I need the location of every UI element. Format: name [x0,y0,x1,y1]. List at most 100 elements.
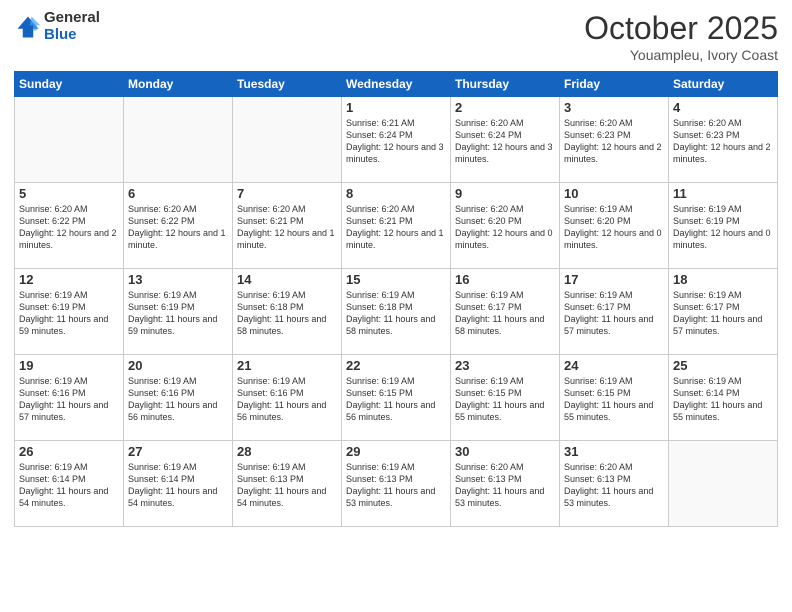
day-info: Sunrise: 6:20 AMSunset: 6:23 PMDaylight:… [564,117,664,166]
logo-blue-text: Blue [44,27,100,44]
day-info: Sunrise: 6:20 AMSunset: 6:22 PMDaylight:… [128,203,228,252]
table-row: 25 Sunrise: 6:19 AMSunset: 6:14 PMDayligh… [669,355,778,441]
title-block: October 2025 Youampleu, Ivory Coast [584,10,778,63]
calendar-week-row: 12Sunrise: 6:19 AMSunset: 6:19 PMDayligh… [15,269,778,355]
table-row: 27 Sunrise: 6:19 AMSunset: 6:14 PMDayligh… [124,441,233,527]
day-info: Sunrise: 6:19 AMSunset: 6:16 PMDaylight:… [128,375,228,424]
calendar-header: Sunday Monday Tuesday Wednesday Thursday… [15,72,778,97]
day-number: 29 [346,444,446,459]
day-number: 28 [237,444,337,459]
day-info: Sunrise: 6:20 AMSunset: 6:23 PMDaylight:… [673,117,773,166]
day-info: Sunrise: 6:19 AMSunset: 6:19 PMDaylight:… [19,289,119,338]
table-row: 2Sunrise: 6:20 AMSunset: 6:24 PMDaylight… [451,97,560,183]
table-row: 9 Sunrise: 6:20 AMSunset: 6:20 PMDaylight… [451,183,560,269]
header-row: Sunday Monday Tuesday Wednesday Thursday… [15,72,778,97]
day-number: 5 [19,186,119,201]
header: General Blue October 2025 Youampleu, Ivo… [14,10,778,63]
day-info: Sunrise: 6:19 AMSunset: 6:15 PMDaylight:… [564,375,664,424]
table-row: 26 Sunrise: 6:19 AMSunset: 6:14 PMDayligh… [15,441,124,527]
day-number: 30 [455,444,555,459]
col-sunday: Sunday [15,72,124,97]
day-number: 20 [128,358,228,373]
table-row: 28Sunrise: 6:19 AMSunset: 6:13 PMDayligh… [233,441,342,527]
day-info: Sunrise: 6:19 AMSunset: 6:19 PMDaylight:… [128,289,228,338]
day-number: 27 [128,444,228,459]
day-number: 9 [455,186,555,201]
day-info: Sunrise: 6:20 AMSunset: 6:22 PMDaylight:… [19,203,119,252]
day-number: 3 [564,100,664,115]
table-row: 21Sunrise: 6:19 AMSunset: 6:16 PMDayligh… [233,355,342,441]
col-thursday: Thursday [451,72,560,97]
table-row: 6Sunrise: 6:20 AMSunset: 6:22 PMDaylight… [124,183,233,269]
day-info: Sunrise: 6:19 AMSunset: 6:14 PMDaylight:… [128,461,228,510]
col-wednesday: Wednesday [342,72,451,97]
day-number: 16 [455,272,555,287]
table-row: 31 Sunrise: 6:20 AMSunset: 6:13 PMDayligh… [560,441,669,527]
day-number: 22 [346,358,446,373]
day-info: Sunrise: 6:19 AMSunset: 6:14 PMDaylight:… [673,375,773,424]
day-info: Sunrise: 6:21 AMSunset: 6:24 PMDaylight:… [346,117,446,166]
calendar-week-row: 19 Sunrise: 6:19 AMSunset: 6:16 PMDayligh… [15,355,778,441]
table-row: 16 Sunrise: 6:19 AMSunset: 6:17 PMDayligh… [451,269,560,355]
day-number: 25 [673,358,773,373]
table-row: 4 Sunrise: 6:20 AMSunset: 6:23 PMDaylight… [669,97,778,183]
day-number: 2 [455,100,555,115]
day-number: 17 [564,272,664,287]
day-number: 24 [564,358,664,373]
table-row: 5 Sunrise: 6:20 AMSunset: 6:22 PMDaylight… [15,183,124,269]
day-info: Sunrise: 6:19 AMSunset: 6:14 PMDaylight:… [19,461,119,510]
day-number: 26 [19,444,119,459]
day-info: Sunrise: 6:19 AMSunset: 6:17 PMDaylight:… [673,289,773,338]
day-number: 11 [673,186,773,201]
table-row: 19 Sunrise: 6:19 AMSunset: 6:16 PMDayligh… [15,355,124,441]
logo: General Blue [14,10,100,43]
day-number: 1 [346,100,446,115]
table-row [233,97,342,183]
logo-text: General Blue [44,10,100,43]
table-row: 30 Sunrise: 6:20 AMSunset: 6:13 PMDayligh… [451,441,560,527]
col-saturday: Saturday [669,72,778,97]
col-friday: Friday [560,72,669,97]
day-number: 4 [673,100,773,115]
day-info: Sunrise: 6:19 AMSunset: 6:20 PMDaylight:… [564,203,664,252]
table-row: 17 Sunrise: 6:19 AMSunset: 6:17 PMDayligh… [560,269,669,355]
table-row: 7 Sunrise: 6:20 AMSunset: 6:21 PMDaylight… [233,183,342,269]
table-row: 18Sunrise: 6:19 AMSunset: 6:17 PMDayligh… [669,269,778,355]
day-info: Sunrise: 6:19 AMSunset: 6:19 PMDaylight:… [673,203,773,252]
day-number: 14 [237,272,337,287]
title-location: Youampleu, Ivory Coast [584,47,778,63]
day-info: Sunrise: 6:20 AMSunset: 6:13 PMDaylight:… [564,461,664,510]
logo-general-text: General [44,10,100,27]
table-row: 3 Sunrise: 6:20 AMSunset: 6:23 PMDaylight… [560,97,669,183]
day-info: Sunrise: 6:19 AMSunset: 6:18 PMDaylight:… [346,289,446,338]
day-info: Sunrise: 6:19 AMSunset: 6:16 PMDaylight:… [19,375,119,424]
day-number: 31 [564,444,664,459]
day-info: Sunrise: 6:19 AMSunset: 6:17 PMDaylight:… [564,289,664,338]
table-row: 10Sunrise: 6:19 AMSunset: 6:20 PMDayligh… [560,183,669,269]
table-row: 24 Sunrise: 6:19 AMSunset: 6:15 PMDayligh… [560,355,669,441]
day-number: 8 [346,186,446,201]
day-info: Sunrise: 6:19 AMSunset: 6:15 PMDaylight:… [455,375,555,424]
col-monday: Monday [124,72,233,97]
day-info: Sunrise: 6:19 AMSunset: 6:18 PMDaylight:… [237,289,337,338]
table-row: 22Sunrise: 6:19 AMSunset: 6:15 PMDayligh… [342,355,451,441]
calendar-week-row: 1 Sunrise: 6:21 AMSunset: 6:24 PMDaylight… [15,97,778,183]
day-number: 7 [237,186,337,201]
table-row: 14 Sunrise: 6:19 AMSunset: 6:18 PMDayligh… [233,269,342,355]
day-number: 15 [346,272,446,287]
table-row: 29Sunrise: 6:19 AMSunset: 6:13 PMDayligh… [342,441,451,527]
day-info: Sunrise: 6:19 AMSunset: 6:17 PMDaylight:… [455,289,555,338]
calendar-week-row: 5 Sunrise: 6:20 AMSunset: 6:22 PMDaylight… [15,183,778,269]
day-info: Sunrise: 6:20 AMSunset: 6:20 PMDaylight:… [455,203,555,252]
table-row: 1 Sunrise: 6:21 AMSunset: 6:24 PMDaylight… [342,97,451,183]
day-info: Sunrise: 6:20 AMSunset: 6:21 PMDaylight:… [237,203,337,252]
day-info: Sunrise: 6:20 AMSunset: 6:13 PMDaylight:… [455,461,555,510]
table-row: 13Sunrise: 6:19 AMSunset: 6:19 PMDayligh… [124,269,233,355]
day-number: 19 [19,358,119,373]
table-row [15,97,124,183]
day-number: 23 [455,358,555,373]
table-row: 15 Sunrise: 6:19 AMSunset: 6:18 PMDayligh… [342,269,451,355]
day-info: Sunrise: 6:20 AMSunset: 6:21 PMDaylight:… [346,203,446,252]
calendar-body: 1 Sunrise: 6:21 AMSunset: 6:24 PMDaylight… [15,97,778,527]
calendar-week-row: 26 Sunrise: 6:19 AMSunset: 6:14 PMDayligh… [15,441,778,527]
